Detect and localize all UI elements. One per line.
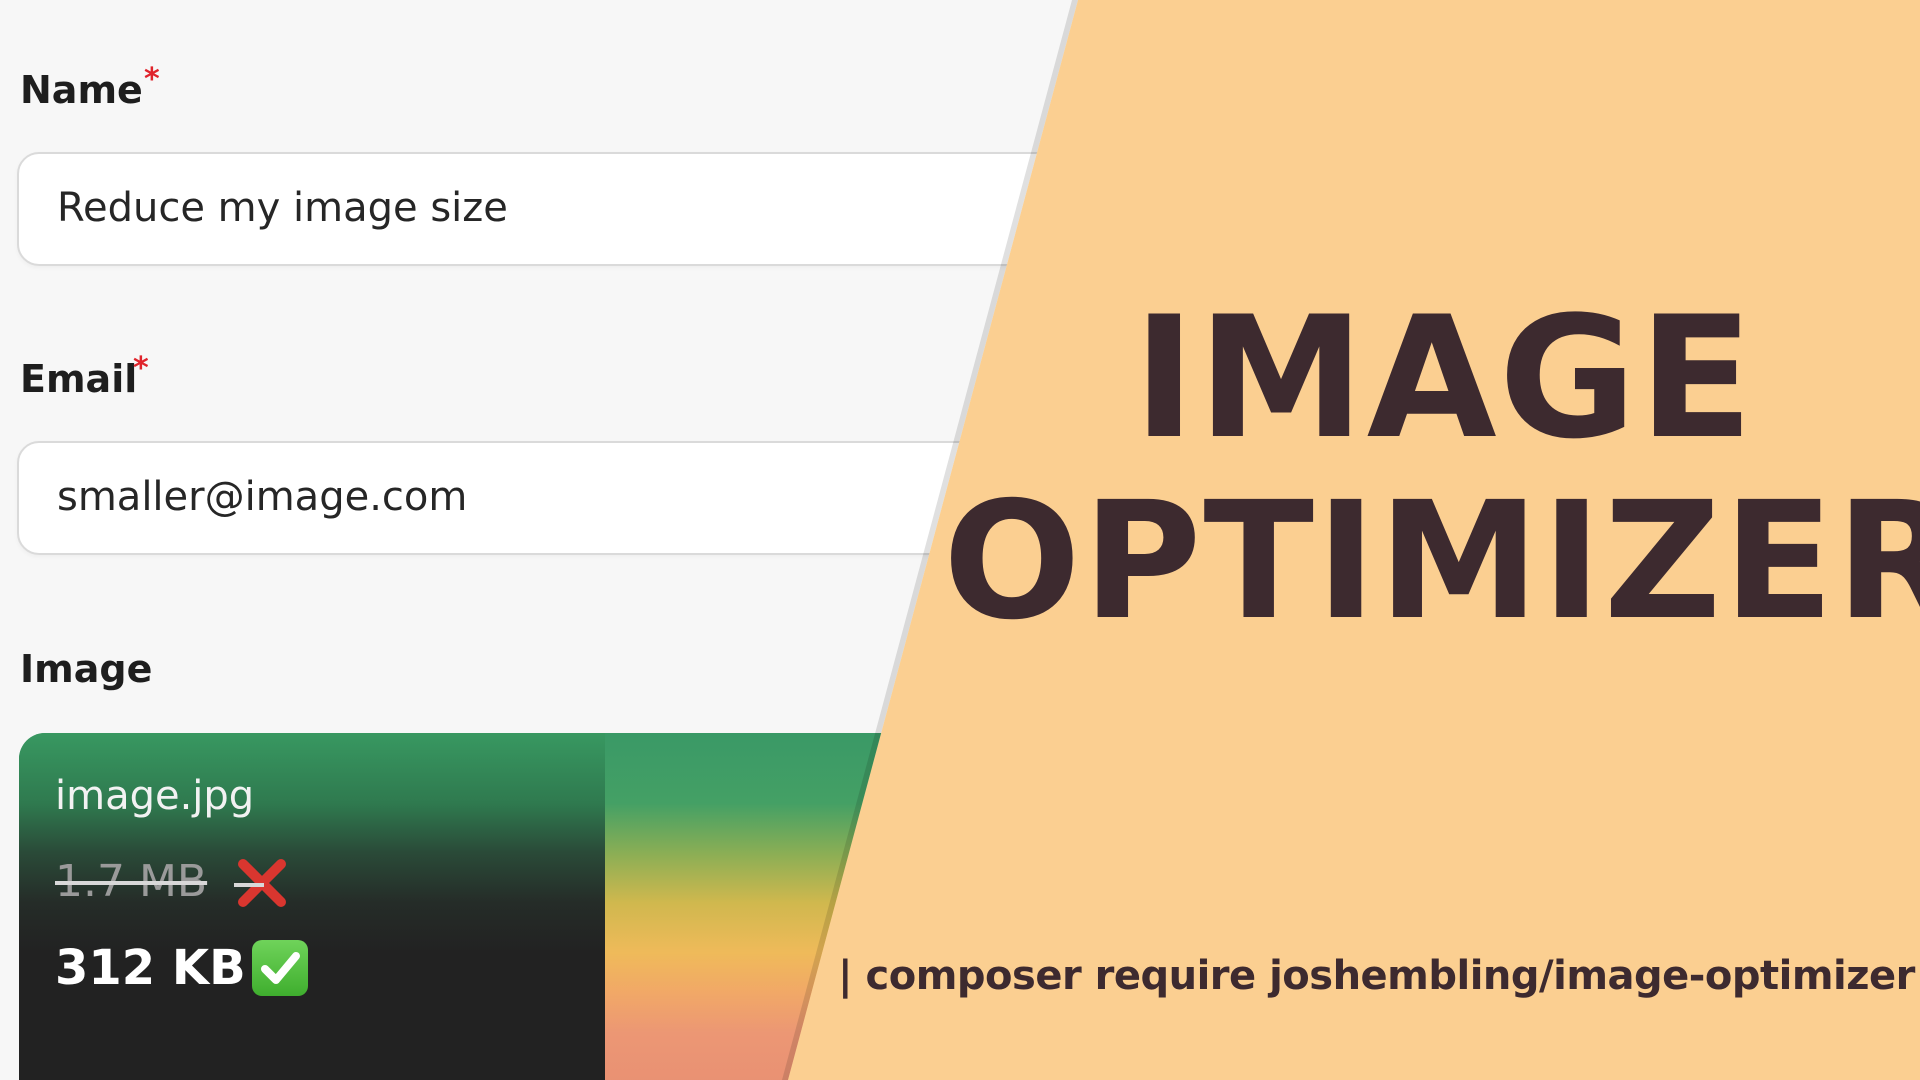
image-label: Image <box>20 647 152 691</box>
name-required-marker: * <box>144 62 160 97</box>
email-input-value: smaller@image.com <box>57 474 468 520</box>
file-info-panel: image.jpg 1.7 MB 312 KB <box>19 733 605 1080</box>
cross-mark-icon <box>234 859 286 907</box>
email-label-text: Email <box>20 357 138 401</box>
name-label: Name <box>20 68 143 112</box>
check-mark-icon <box>252 940 308 996</box>
name-input-value: Reduce my image size <box>57 185 508 231</box>
original-size: 1.7 MB <box>55 856 208 907</box>
image-label-text: Image <box>20 647 153 691</box>
title-line-image: IMAGE <box>1133 280 1756 476</box>
email-label: Email <box>20 357 137 401</box>
name-input[interactable]: Reduce my image size <box>17 152 1117 266</box>
install-command: | composer require joshembling/image-opt… <box>838 953 1915 999</box>
title-line-optimizer: OPTIMIZER <box>943 468 1920 656</box>
file-name: image.jpg <box>55 773 255 819</box>
email-required-marker: * <box>133 351 149 386</box>
name-label-text: Name <box>20 68 143 112</box>
optimized-size: 312 KB <box>55 940 246 996</box>
